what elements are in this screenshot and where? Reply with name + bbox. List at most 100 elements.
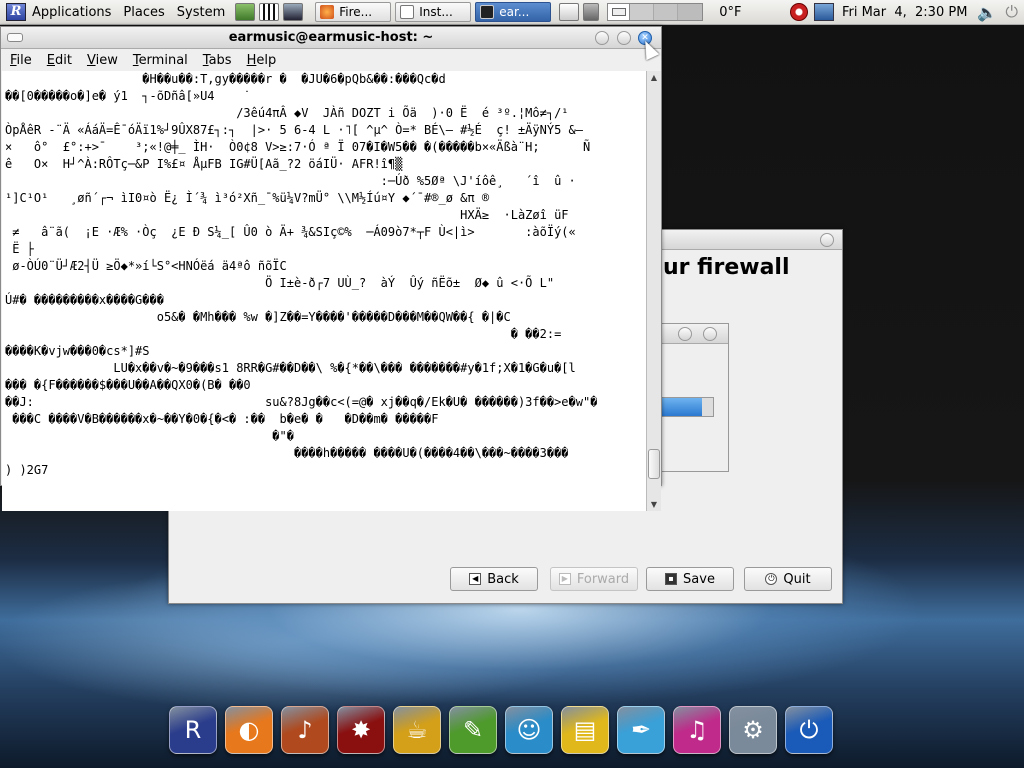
terminal-scrollbar[interactable]: ▲ ▼ (646, 71, 661, 511)
terminal-icon (480, 5, 495, 19)
scroll-down-arrow-icon[interactable]: ▼ (649, 500, 659, 509)
firefox-icon[interactable]: ◐ (225, 706, 273, 754)
forward-button[interactable]: ▶ Forward (550, 567, 638, 591)
feather-icon[interactable]: ✒ (617, 706, 665, 754)
terminal-line: LU�x��v�~�9���s1 8RR�G#��D��\ %�{*��\���… (5, 361, 576, 375)
burner-icon[interactable]: ✸ (337, 706, 385, 754)
image-launcher-icon[interactable] (283, 3, 304, 21)
folders-icon[interactable]: ▤ (561, 706, 609, 754)
terminal-line: Ú#� ���������x����G��� (5, 293, 164, 307)
system-menu[interactable]: System (177, 5, 225, 20)
back-arrow-icon: ◀ (469, 573, 482, 585)
back-label: Back (487, 571, 519, 587)
installer-icon (400, 5, 415, 19)
piano-launcher-icon[interactable] (259, 3, 280, 21)
file-manager-launcher-icon[interactable] (235, 3, 256, 21)
quit-button[interactable]: ⏻ Quit (744, 567, 832, 591)
tools-icon[interactable]: ✎ (449, 706, 497, 754)
distro-logo-icon[interactable]: R (6, 3, 26, 21)
terminal-output[interactable]: �H��u��:T,gy�����r � �JU�6�pQb&��:���Qc�… (2, 71, 646, 511)
terminal-line: ����h����� ����U�(����4��\���~����3��� (5, 446, 569, 460)
dialog-minimize-button[interactable] (678, 327, 692, 341)
taskbar-terminal[interactable]: ear... (475, 2, 552, 22)
terminal-line: ����K�vjw���0�cs*]#S (5, 344, 150, 358)
terminal-line: :─Úð %5Øª \J'íôê¸ ´î û · (5, 174, 576, 188)
taskbar-installer[interactable]: Inst... (395, 2, 472, 22)
terminal-line: Ë ├ (5, 242, 34, 256)
scrollbar-thumb[interactable] (648, 449, 660, 479)
stop-icon[interactable] (789, 3, 808, 21)
task-label: Inst... (419, 5, 453, 19)
terminal-line: � ��2:= (5, 327, 562, 341)
power-icon[interactable]: ⏻ (785, 706, 833, 754)
menu-file[interactable]: File (10, 53, 32, 68)
itunes-icon[interactable]: ♫ (673, 706, 721, 754)
terminal-line: ���C ����V�B������x�~��Y�0�{�<� :�� b�e�… (5, 412, 439, 426)
task-label: Fire... (339, 5, 373, 19)
terminal-line: ê O× H┘^À:RÔTç─&P I%£¤ ÅµFB IG#Ü[Aã_?2 ö… (5, 157, 403, 171)
terminal-line: o5&� �Mh��� %w �]Z��=Y����'�����D���M��Q… (5, 310, 511, 324)
workspace-1[interactable] (608, 4, 631, 20)
temperature[interactable]: 0°F (719, 5, 741, 20)
minimize-button[interactable] (595, 31, 609, 45)
maximize-button[interactable] (617, 31, 631, 45)
progress-bar (658, 397, 714, 417)
forward-label: Forward (576, 571, 630, 587)
save-disk-icon: ▪ (665, 573, 678, 585)
terminal-line: /3êú4πÂ ◆V JÀñ DOZT i Õä )·0 Ë é ³º.¦Mô≠… (5, 106, 569, 120)
places-menu[interactable]: Places (123, 5, 164, 20)
menu-terminal[interactable]: Terminal (133, 53, 188, 68)
menu-edit[interactable]: Edit (47, 53, 72, 68)
firefox-icon (320, 5, 335, 19)
guitar-icon[interactable]: ♪ (281, 706, 329, 754)
taskbar-firefox[interactable]: Fire... (315, 2, 392, 22)
quit-label: Quit (783, 571, 811, 587)
applications-menu[interactable]: Applications (32, 5, 111, 20)
terminal-line: ÒpÅêR -¨Ä «ÁáÄ=Ê¯óÄï1%┘9ÛX87£┐:┐ |>· 5 6… (5, 123, 583, 137)
menu-tabs[interactable]: Tabs (203, 53, 232, 68)
dock: R ◐ ♪ ✸ ☕ ✎ ☺ ▤ ✒ ♫ ⚙ ⏻ (165, 698, 837, 768)
coffee-icon[interactable]: ☕ (393, 706, 441, 754)
terminal-line: ¹]C¹O¹ ¸øñ´┌¬ ìI0¤ò Ë¿ Ì´¾ ì³ó²Xñ_¯%ü¼V?… (5, 191, 490, 205)
terminal-line: ) )2G7 (5, 463, 49, 477)
progress-bar-fill (658, 398, 702, 416)
workspace-switcher[interactable] (607, 3, 704, 21)
terminal-window: earmusic@earmusic-host: ~ ✕ File Edit Vi… (0, 26, 662, 511)
quit-power-icon: ⏻ (765, 573, 778, 585)
power-menu-icon[interactable]: ⏻ (1005, 2, 1018, 22)
save-button[interactable]: ▪ Save (646, 567, 734, 591)
workspace-2[interactable] (630, 4, 655, 20)
volume-icon[interactable]: 🔈 (977, 3, 997, 22)
progress-dialog-titlebar[interactable] (658, 324, 728, 344)
forward-arrow-icon: ▶ (558, 573, 571, 585)
terminal-line: ��J: su&?8Jg��c<(=@� xj��q�/Ek�U� ������… (5, 395, 598, 409)
terminal-line: ��[0�����o�]e� ý1 ┐-õDñâ[»U4 ˙ (5, 89, 251, 103)
trash-icon[interactable] (583, 3, 600, 21)
show-desktop-icon[interactable] (559, 3, 580, 21)
back-button[interactable]: ◀ Back (450, 567, 538, 591)
messenger-icon[interactable]: ☺ (505, 706, 553, 754)
installer-minimize-button[interactable] (820, 233, 834, 247)
terminal-menubar: File Edit View Terminal Tabs Help (1, 49, 661, 71)
terminal-line: ≠ â¨ã( ¡E ·Æ% ·Òç ¿E Ð S¼_[ Û0 ò Ä+ ¾&SI… (5, 225, 576, 239)
terminal-titlebar[interactable]: earmusic@earmusic-host: ~ ✕ (1, 27, 661, 49)
clock[interactable]: Fri Mar 4, 2:30 PM (842, 5, 967, 20)
terminal-line: �"� (5, 429, 294, 443)
terminal-line: ø-ÒÚ0¨Ü┘Æ2┤Ü ≥Ö◆*»í└S°<HNÓëá ä4ªô ñõÏC (5, 259, 287, 273)
menu-help[interactable]: Help (247, 53, 277, 68)
network-icon[interactable] (813, 3, 834, 21)
terminal-line: HXÄ≥ ·LàZøî üF (5, 208, 569, 222)
terminal-line: × ô° £°:+>¯ ³;«!@╪_ ÌH· Ò0¢8 V>≥:7·Ó ª Ï… (5, 140, 591, 154)
settings-icon[interactable]: ⚙ (729, 706, 777, 754)
menu-view[interactable]: View (87, 53, 118, 68)
terminal-line: Ö I±è-ð┌7 UÙ_? àÝ Ûý ñËõ± Ø◆ û <·Õ L" (5, 276, 555, 290)
workspace-4[interactable] (678, 4, 703, 20)
workspace-3[interactable] (654, 4, 679, 20)
task-label: ear... (499, 5, 530, 19)
dialog-close-button[interactable] (703, 327, 717, 341)
top-panel: R Applications Places System Fire... Ins… (0, 0, 1024, 25)
scroll-up-arrow-icon[interactable]: ▲ (649, 73, 659, 82)
window-title: earmusic@earmusic-host: ~ (228, 30, 434, 45)
progress-dialog (657, 323, 729, 472)
rhythmbox-icon[interactable]: R (169, 706, 217, 754)
